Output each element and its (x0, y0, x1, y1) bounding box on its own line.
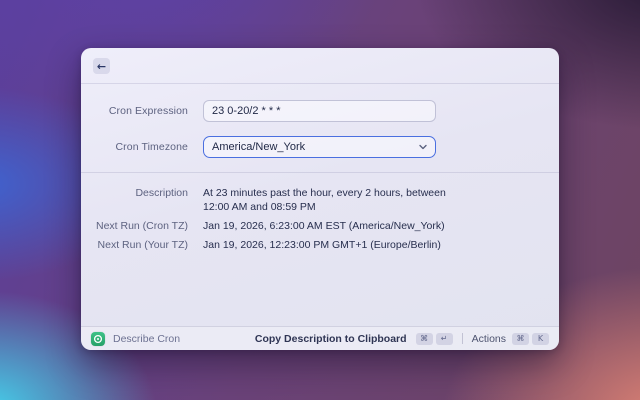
cron-expression-input[interactable] (203, 100, 436, 122)
form-row-cron-expression: Cron Expression (81, 100, 547, 122)
cron-timezone-value: America/New_York (212, 141, 305, 153)
chevron-down-icon (419, 144, 427, 150)
description-value: At 23 minutes past the hour, every 2 hou… (203, 186, 451, 214)
action-bar: Describe Cron Copy Description to Clipbo… (81, 326, 559, 350)
back-button[interactable]: ← (93, 58, 110, 74)
back-arrow-icon: ← (97, 61, 106, 72)
enter-key-icon: ↵ (436, 333, 453, 345)
details-section: Description At 23 minutes past the hour,… (81, 173, 559, 252)
next-run-your-tz-label: Next Run (Your TZ) (81, 238, 188, 252)
cmd-key-icon: ⌘ (416, 333, 433, 345)
next-run-cron-tz-value: Jan 19, 2026, 6:23:00 AM EST (America/Ne… (203, 219, 445, 233)
cron-timezone-dropdown[interactable]: America/New_York (203, 136, 436, 158)
detail-row-next-run-your-tz: Next Run (Your TZ) Jan 19, 2026, 12:23:0… (81, 238, 559, 252)
describe-cron-window: ← Cron Expression Cron Timezone America/… (81, 48, 559, 350)
actions-button[interactable]: Actions (472, 333, 506, 345)
footer-divider (462, 333, 463, 344)
describe-cron-app-icon (91, 332, 105, 346)
cron-timezone-label: Cron Timezone (81, 141, 188, 153)
cmd-key-icon: ⌘ (512, 333, 529, 345)
description-label: Description (81, 186, 188, 200)
app-name-label: Describe Cron (113, 333, 180, 345)
detail-row-description: Description At 23 minutes past the hour,… (81, 186, 559, 214)
cron-expression-label: Cron Expression (81, 105, 188, 117)
k-key-icon: K (532, 333, 549, 345)
detail-row-next-run-cron-tz: Next Run (Cron TZ) Jan 19, 2026, 6:23:00… (81, 219, 559, 233)
next-run-cron-tz-label: Next Run (Cron TZ) (81, 219, 188, 233)
next-run-your-tz-value: Jan 19, 2026, 12:23:00 PM GMT+1 (Europe/… (203, 238, 441, 252)
form-section: Cron Expression Cron Timezone America/Ne… (81, 84, 559, 158)
form-row-cron-timezone: Cron Timezone America/New_York (81, 136, 547, 158)
window-header: ← (81, 48, 559, 84)
copy-description-button[interactable]: Copy Description to Clipboard (255, 333, 407, 345)
